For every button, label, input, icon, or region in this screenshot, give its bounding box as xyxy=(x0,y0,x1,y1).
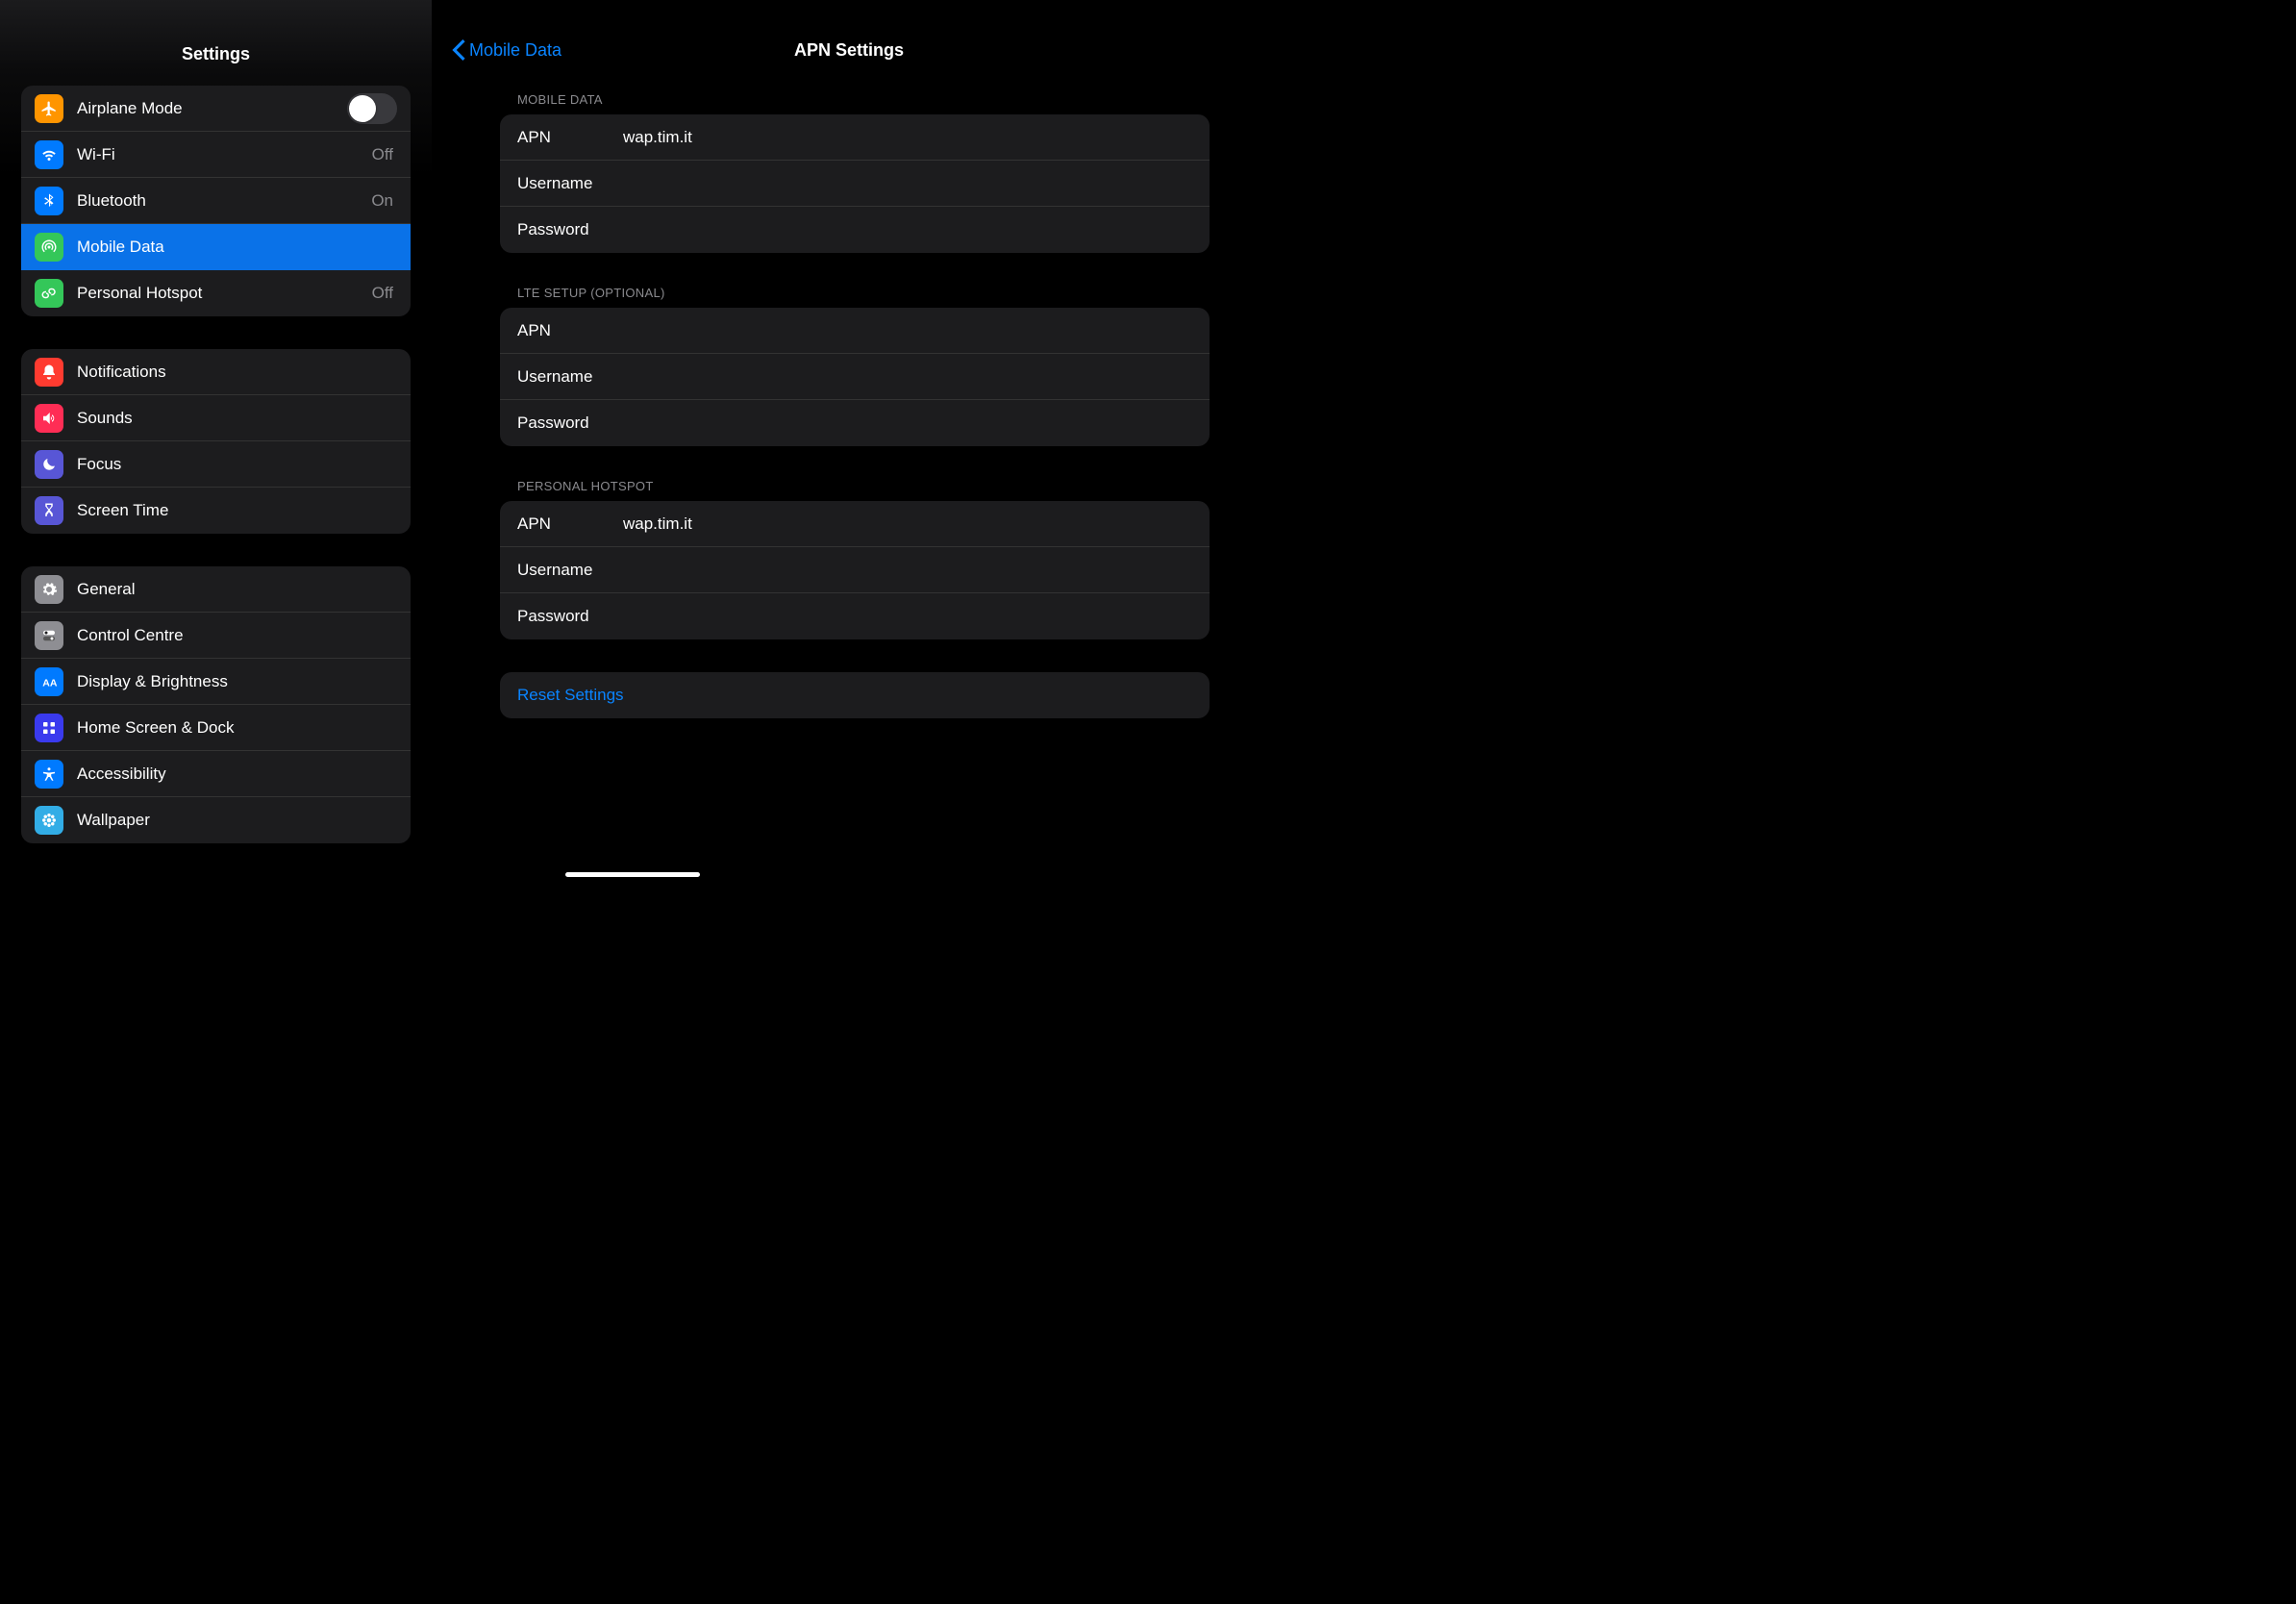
field-mobile-data-username[interactable]: Username xyxy=(500,161,1210,207)
apn-input[interactable] xyxy=(623,514,1192,534)
field-label: APN xyxy=(517,321,623,340)
sidebar-item-label: Airplane Mode xyxy=(77,99,347,118)
sidebar-item-label: Accessibility xyxy=(77,764,397,784)
sidebar-item-label: Personal Hotspot xyxy=(77,284,372,303)
field-lte-apn[interactable]: APN xyxy=(500,308,1210,354)
speaker-icon xyxy=(35,404,63,433)
sidebar-item-accessibility[interactable]: Accessibility xyxy=(21,751,411,797)
field-hotspot-password[interactable]: Password xyxy=(500,593,1210,639)
reset-settings-button[interactable]: Reset Settings xyxy=(500,672,1210,718)
password-input[interactable] xyxy=(623,607,1192,626)
field-label: Username xyxy=(517,174,623,193)
sidebar-item-bluetooth[interactable]: Bluetooth On xyxy=(21,178,411,224)
sidebar-group-connectivity: Airplane Mode Wi-Fi Off Bluetooth On xyxy=(21,86,411,316)
sidebar-item-value: On xyxy=(371,191,393,211)
sidebar-item-label: Bluetooth xyxy=(77,191,371,211)
field-label: Password xyxy=(517,607,623,626)
section-reset: Reset Settings xyxy=(500,672,1210,718)
hourglass-icon xyxy=(35,496,63,525)
sidebar-item-home-screen-dock[interactable]: Home Screen & Dock xyxy=(21,705,411,751)
sidebar-item-sounds[interactable]: Sounds xyxy=(21,395,411,441)
sidebar-item-label: Focus xyxy=(77,455,397,474)
sidebar-item-control-centre[interactable]: Control Centre xyxy=(21,613,411,659)
field-hotspot-username[interactable]: Username xyxy=(500,547,1210,593)
sidebar-group-alerts: Notifications Sounds Focus xyxy=(21,349,411,534)
sidebar-item-mobile-data[interactable]: Mobile Data xyxy=(21,224,411,270)
field-mobile-data-apn[interactable]: APN xyxy=(500,114,1210,161)
bell-icon xyxy=(35,358,63,387)
section-lte: APN Username Password xyxy=(500,308,1210,446)
field-lte-password[interactable]: Password xyxy=(500,400,1210,446)
sidebar-item-label: Display & Brightness xyxy=(77,672,397,691)
sidebar-item-airplane-mode[interactable]: Airplane Mode xyxy=(21,86,411,132)
apn-input[interactable] xyxy=(623,128,1192,147)
sidebar-item-label: Mobile Data xyxy=(77,238,397,257)
sidebar-item-label: Control Centre xyxy=(77,626,397,645)
sidebar-item-screen-time[interactable]: Screen Time xyxy=(21,488,411,534)
text-size-icon: AA xyxy=(35,667,63,696)
field-label: Username xyxy=(517,367,623,387)
field-lte-username[interactable]: Username xyxy=(500,354,1210,400)
sidebar-title: Settings xyxy=(0,44,432,64)
username-input[interactable] xyxy=(623,561,1192,580)
flower-icon xyxy=(35,806,63,835)
sidebar-item-display-brightness[interactable]: AA Display & Brightness xyxy=(21,659,411,705)
apn-input[interactable] xyxy=(623,321,1192,340)
field-hotspot-apn[interactable]: APN xyxy=(500,501,1210,547)
svg-text:AA: AA xyxy=(42,677,58,689)
sidebar-item-notifications[interactable]: Notifications xyxy=(21,349,411,395)
accessibility-icon xyxy=(35,760,63,789)
sidebar-item-general[interactable]: General xyxy=(21,566,411,613)
field-label: Username xyxy=(517,561,623,580)
section-header-hotspot: PERSONAL HOTSPOT xyxy=(500,479,1210,501)
sidebar-item-value: Off xyxy=(372,145,393,164)
settings-sidebar: Settings Airplane Mode Wi-Fi Off xyxy=(0,0,433,883)
bluetooth-icon xyxy=(35,187,63,215)
hotspot-icon xyxy=(35,279,63,308)
field-label: APN xyxy=(517,128,623,147)
sidebar-item-label: General xyxy=(77,580,397,599)
username-input[interactable] xyxy=(623,174,1192,193)
sidebar-item-wifi[interactable]: Wi-Fi Off xyxy=(21,132,411,178)
sidebar-item-label: Wi-Fi xyxy=(77,145,372,164)
airplane-icon xyxy=(35,94,63,123)
moon-icon xyxy=(35,450,63,479)
gear-icon xyxy=(35,575,63,604)
detail-pane: Mobile Data APN Settings MOBILE DATA APN… xyxy=(433,0,1265,883)
section-header-lte: LTE SETUP (OPTIONAL) xyxy=(500,286,1210,308)
sidebar-item-wallpaper[interactable]: Wallpaper xyxy=(21,797,411,843)
sidebar-item-label: Screen Time xyxy=(77,501,397,520)
sidebar-item-label: Notifications xyxy=(77,363,397,382)
section-hotspot: APN Username Password xyxy=(500,501,1210,639)
field-mobile-data-password[interactable]: Password xyxy=(500,207,1210,253)
antenna-icon xyxy=(35,233,63,262)
username-input[interactable] xyxy=(623,367,1192,387)
back-label: Mobile Data xyxy=(469,40,562,61)
sidebar-item-label: Home Screen & Dock xyxy=(77,718,397,738)
sidebar-item-focus[interactable]: Focus xyxy=(21,441,411,488)
password-input[interactable] xyxy=(623,220,1192,239)
grid-icon xyxy=(35,714,63,742)
back-button[interactable]: Mobile Data xyxy=(433,39,562,61)
chevron-left-icon xyxy=(452,39,465,61)
sidebar-item-value: Off xyxy=(372,284,393,303)
airplane-mode-toggle[interactable] xyxy=(347,93,397,124)
field-label: Password xyxy=(517,220,623,239)
sidebar-item-personal-hotspot[interactable]: Personal Hotspot Off xyxy=(21,270,411,316)
sidebar-group-general: General Control Centre AA Display & Brig… xyxy=(21,566,411,843)
switches-icon xyxy=(35,621,63,650)
sidebar-item-label: Wallpaper xyxy=(77,811,397,830)
reset-label: Reset Settings xyxy=(517,686,624,705)
field-label: APN xyxy=(517,514,623,534)
wifi-icon xyxy=(35,140,63,169)
field-label: Password xyxy=(517,414,623,433)
detail-nav-bar: Mobile Data APN Settings xyxy=(433,27,1265,73)
section-mobile-data: APN Username Password xyxy=(500,114,1210,253)
home-indicator[interactable] xyxy=(565,872,700,877)
section-header-mobile-data: MOBILE DATA xyxy=(500,92,1210,114)
password-input[interactable] xyxy=(623,414,1192,433)
sidebar-item-label: Sounds xyxy=(77,409,397,428)
